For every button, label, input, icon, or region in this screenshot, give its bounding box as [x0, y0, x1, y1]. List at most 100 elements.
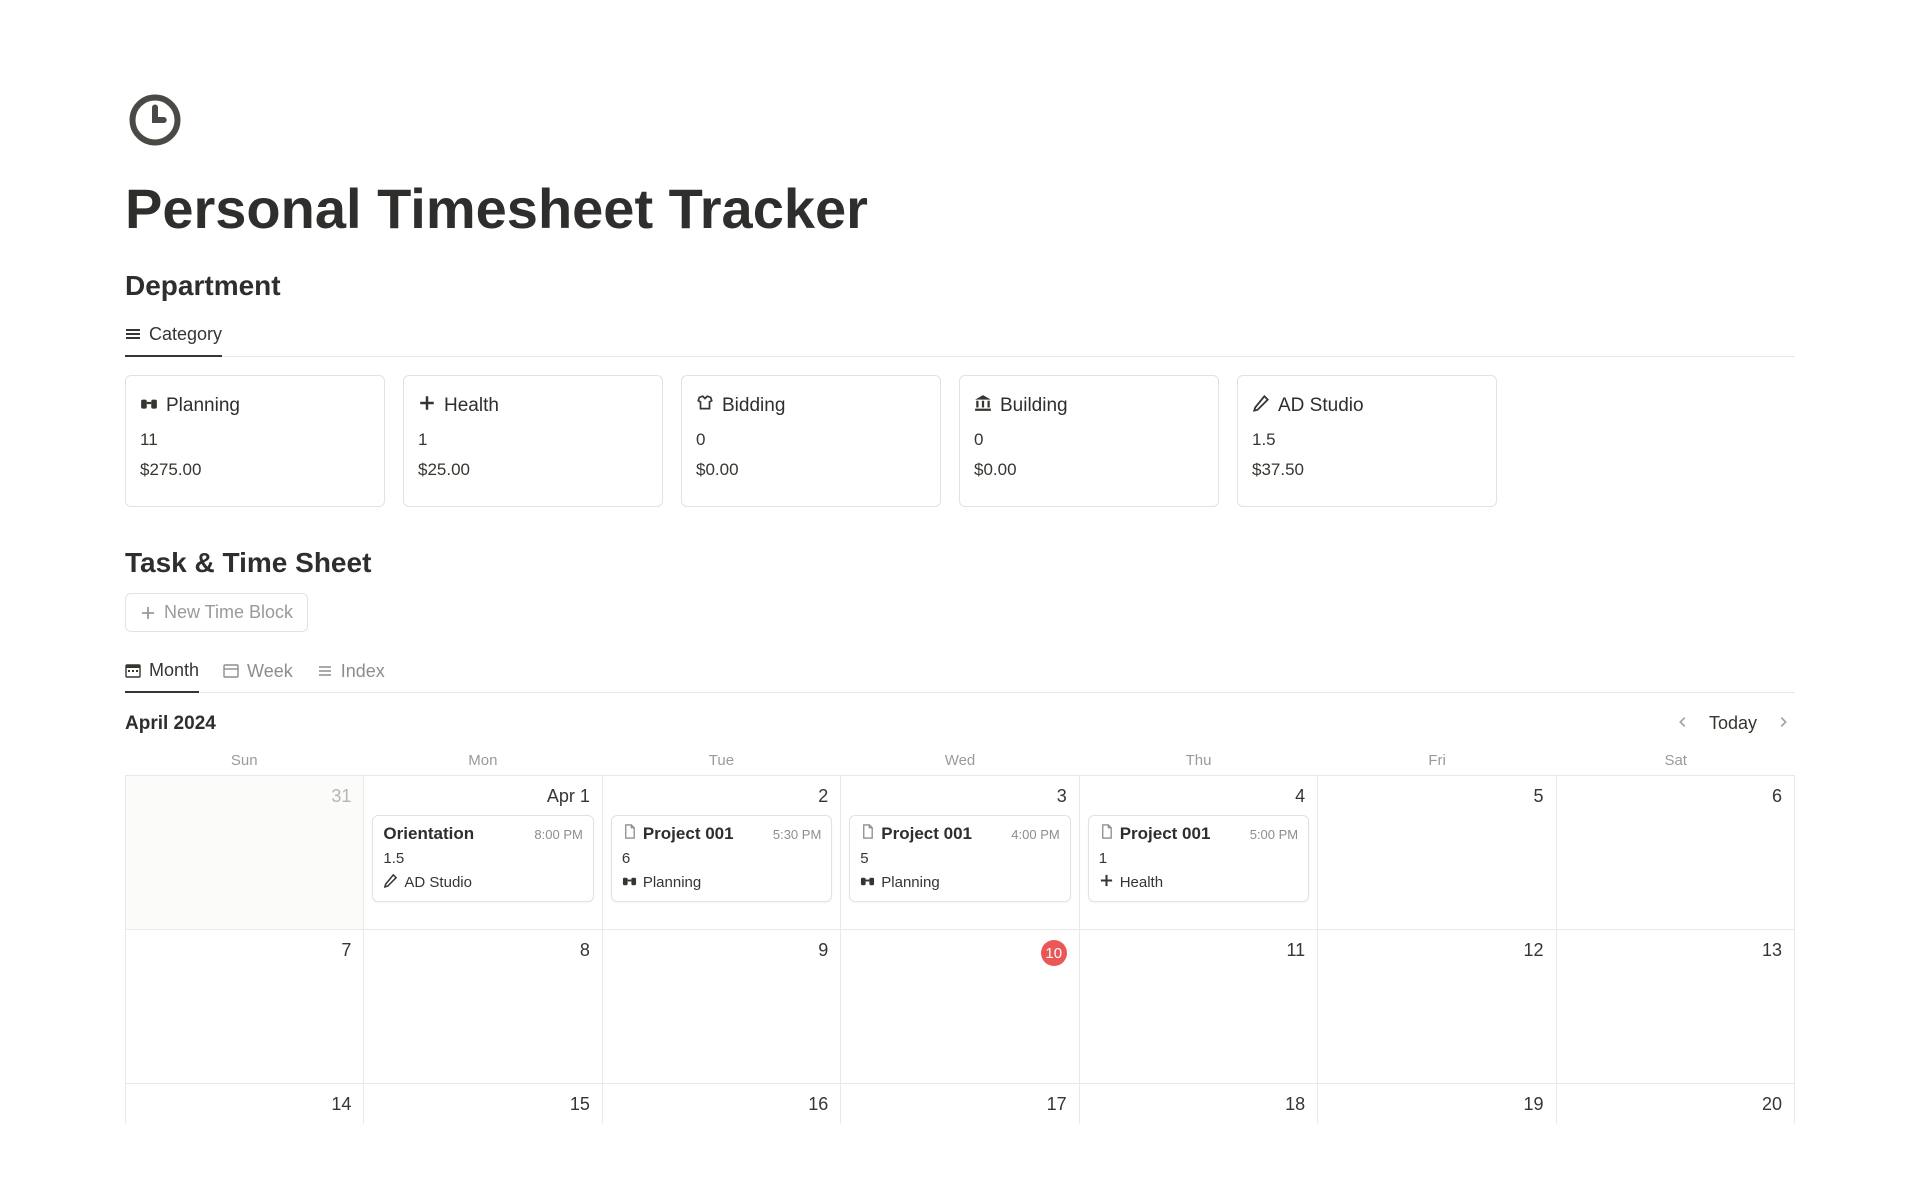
tab-month[interactable]: Month: [125, 652, 199, 693]
chevron-right-icon: [1777, 715, 1789, 729]
calendar-cell[interactable]: 7: [126, 930, 364, 1084]
calendar-month-icon: [125, 663, 141, 679]
calendar-cell[interactable]: 5: [1318, 776, 1556, 930]
calendar-dow: Sat: [1556, 752, 1795, 769]
event-time: 5:00 PM: [1250, 827, 1298, 842]
binoculars-icon: [140, 394, 158, 418]
calendar-cell[interactable]: 9: [603, 930, 841, 1084]
calendar-grid: 31Apr 1 Orientation 8:00 PM 1.5 AD Studi…: [125, 775, 1795, 1124]
calendar-cell[interactable]: 14: [126, 1084, 364, 1124]
department-card-amount: $25.00: [418, 460, 648, 480]
binoculars-icon: [860, 873, 875, 892]
calendar-event[interactable]: Orientation 8:00 PM 1.5 AD Studio: [372, 815, 593, 902]
calendar-daynum: 6: [1565, 786, 1786, 807]
page-icon: [125, 90, 1795, 155]
calendar-daynum: 11: [1088, 940, 1309, 961]
department-card[interactable]: Planning 11 $275.00: [125, 375, 385, 507]
event-dept: Planning: [643, 874, 701, 891]
calendar-daynum: 16: [611, 1094, 832, 1115]
calendar-event[interactable]: Project 001 5:00 PM 1 Health: [1088, 815, 1309, 902]
calendar-dow: Wed: [841, 752, 1080, 769]
calendar-cell[interactable]: 11: [1080, 930, 1318, 1084]
department-card-name: Health: [444, 395, 499, 417]
pencil-icon: [383, 873, 398, 892]
calendar-dow: Mon: [364, 752, 603, 769]
calendar-daynum: 19: [1326, 1094, 1547, 1115]
calendar-daynum-today: 10: [849, 940, 1070, 966]
event-time: 5:30 PM: [773, 827, 821, 842]
calendar-daynum: 14: [134, 1094, 355, 1115]
department-cards: Planning 11 $275.00 Health 1 $25.00 Bidd…: [125, 375, 1795, 507]
department-card-name: AD Studio: [1278, 395, 1364, 417]
tshirt-icon: [696, 394, 714, 418]
department-heading: Department: [125, 270, 1795, 302]
plus-icon: [1099, 873, 1114, 892]
calendar-cell[interactable]: 10: [841, 930, 1079, 1084]
new-time-block-label: New Time Block: [164, 602, 293, 623]
department-card-hours: 1: [418, 430, 648, 450]
page-icon: [860, 824, 875, 844]
department-card-amount: $0.00: [696, 460, 926, 480]
calendar-event[interactable]: Project 001 4:00 PM 5 Planning: [849, 815, 1070, 902]
event-title: Orientation: [383, 824, 474, 844]
department-card[interactable]: Bidding 0 $0.00: [681, 375, 941, 507]
calendar-daynum: 12: [1326, 940, 1547, 961]
calendar-daynum: 18: [1088, 1094, 1309, 1115]
new-time-block-button[interactable]: New Time Block: [125, 593, 308, 632]
page-icon: [1099, 824, 1114, 844]
calendar-daynum: 5: [1326, 786, 1547, 807]
department-card-hours: 1.5: [1252, 430, 1482, 450]
tab-index-label: Index: [341, 661, 385, 682]
calendar-cell[interactable]: 4 Project 001 5:00 PM 1 Health: [1080, 776, 1318, 930]
department-card-name: Planning: [166, 395, 240, 417]
department-card-hours: 11: [140, 430, 370, 450]
calendar-cell[interactable]: 19: [1318, 1084, 1556, 1124]
department-card-name: Bidding: [722, 395, 785, 417]
department-card-name: Building: [1000, 395, 1068, 417]
department-card-amount: $275.00: [140, 460, 370, 480]
calendar-cell[interactable]: 16: [603, 1084, 841, 1124]
calendar-cell[interactable]: 12: [1318, 930, 1556, 1084]
tab-category[interactable]: Category: [125, 316, 222, 357]
calendar-cell[interactable]: 3 Project 001 4:00 PM 5 Planning: [841, 776, 1079, 930]
calendar-cell[interactable]: 2 Project 001 5:30 PM 6 Planning: [603, 776, 841, 930]
event-dept: AD Studio: [404, 874, 472, 891]
tab-index[interactable]: Index: [317, 652, 385, 692]
calendar-today-button[interactable]: Today: [1709, 713, 1757, 734]
calendar-event[interactable]: Project 001 5:30 PM 6 Planning: [611, 815, 832, 902]
calendar-daynum: 31: [134, 786, 355, 807]
calendar-week-icon: [223, 663, 239, 679]
calendar-cell[interactable]: 20: [1557, 1084, 1795, 1124]
calendar-cell[interactable]: 15: [364, 1084, 602, 1124]
calendar-daynum: 7: [134, 940, 355, 961]
bank-icon: [974, 394, 992, 418]
tab-week[interactable]: Week: [223, 652, 293, 692]
calendar-dow-row: SunMonTueWedThuFriSat: [125, 746, 1795, 775]
tab-month-label: Month: [149, 660, 199, 681]
event-title: Project 001: [881, 824, 972, 844]
calendar-cell[interactable]: 13: [1557, 930, 1795, 1084]
calendar-daynum: 9: [611, 940, 832, 961]
calendar-cell[interactable]: 6: [1557, 776, 1795, 930]
calendar-cell[interactable]: 17: [841, 1084, 1079, 1124]
calendar-daynum: 13: [1565, 940, 1786, 961]
department-card-amount: $37.50: [1252, 460, 1482, 480]
event-title: Project 001: [643, 824, 734, 844]
department-card[interactable]: AD Studio 1.5 $37.50: [1237, 375, 1497, 507]
calendar-daynum: 3: [849, 786, 1070, 807]
event-hours: 6: [622, 850, 821, 867]
calendar-cell[interactable]: 18: [1080, 1084, 1318, 1124]
event-hours: 1: [1099, 850, 1298, 867]
calendar-cell[interactable]: Apr 1 Orientation 8:00 PM 1.5 AD Studio: [364, 776, 602, 930]
department-card[interactable]: Health 1 $25.00: [403, 375, 663, 507]
department-tabs: Category: [125, 316, 1795, 357]
calendar-cell[interactable]: 31: [126, 776, 364, 930]
pencil-icon: [1252, 394, 1270, 418]
plus-icon: [140, 605, 156, 621]
calendar-prev[interactable]: [1671, 711, 1695, 736]
department-card[interactable]: Building 0 $0.00: [959, 375, 1219, 507]
calendar-next[interactable]: [1771, 711, 1795, 736]
event-time: 4:00 PM: [1011, 827, 1059, 842]
calendar-cell[interactable]: 8: [364, 930, 602, 1084]
event-dept: Health: [1120, 874, 1163, 891]
